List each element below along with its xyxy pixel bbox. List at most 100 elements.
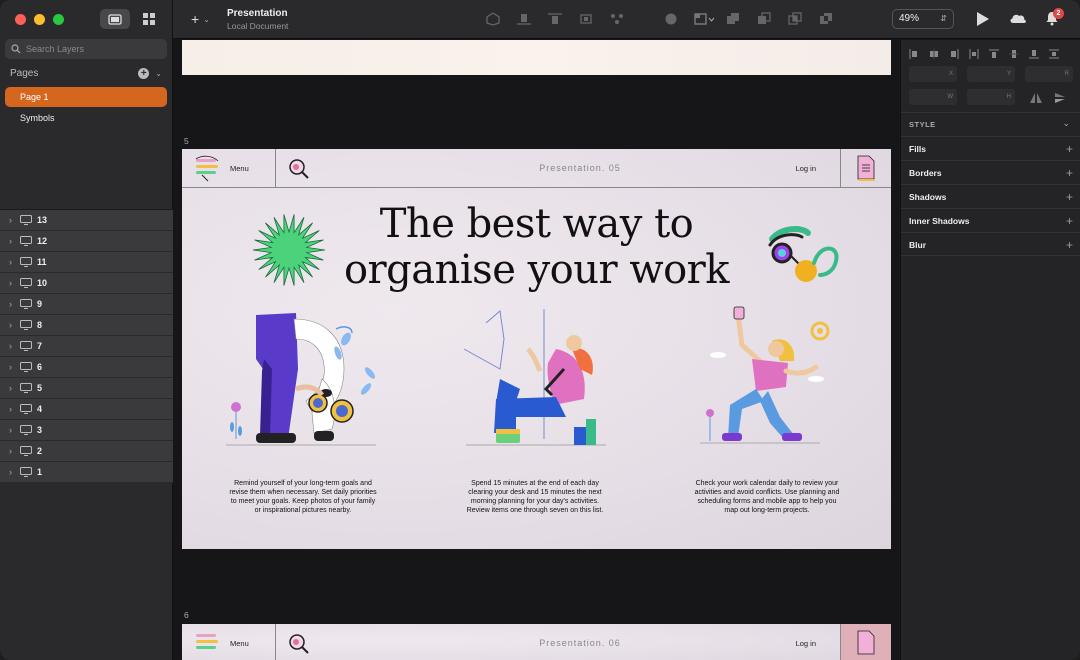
align-right-icon[interactable]	[949, 46, 959, 59]
zoom-window-button[interactable]	[53, 14, 64, 25]
borders-section[interactable]: Borders +	[901, 160, 1080, 184]
layer-row[interactable]: › 11	[0, 252, 173, 273]
layer-row[interactable]: › 8	[0, 315, 173, 336]
layer-row[interactable]: › 13	[0, 210, 173, 231]
zoom-select[interactable]: 49% ⇵	[892, 9, 954, 29]
chevron-right-icon[interactable]: ›	[9, 215, 15, 225]
artboard-icon	[20, 404, 32, 414]
chevron-right-icon[interactable]: ›	[9, 446, 15, 456]
chevron-right-icon[interactable]: ›	[9, 236, 15, 246]
chevron-right-icon[interactable]: ›	[9, 362, 15, 372]
canvas[interactable]: 5 Menu Presentation. 05 Log in The best …	[174, 40, 900, 660]
layer-row[interactable]: › 1	[0, 462, 173, 483]
chevron-right-icon[interactable]: ›	[9, 299, 15, 309]
flip-horizontal-icon[interactable]	[1029, 91, 1043, 109]
add-border-button[interactable]: +	[1066, 161, 1073, 185]
chevron-right-icon[interactable]: ›	[9, 257, 15, 267]
align-left-icon[interactable]	[909, 46, 919, 59]
chevron-down-icon[interactable]: ⌄	[155, 69, 162, 78]
layer-label: 2	[37, 446, 43, 456]
distribute-v-icon[interactable]	[1049, 46, 1059, 59]
close-window-button[interactable]	[15, 14, 26, 25]
layer-row[interactable]: › 6	[0, 357, 173, 378]
minimize-window-button[interactable]	[34, 14, 45, 25]
chevron-right-icon[interactable]: ›	[9, 467, 15, 477]
slide6-document-cell	[840, 624, 891, 660]
width-field[interactable]: W	[909, 89, 957, 105]
rotation-field[interactable]: R	[1025, 66, 1073, 82]
preview-play-button[interactable]	[977, 12, 989, 26]
y-field[interactable]: Y	[967, 66, 1015, 82]
slide6-login-label: Log in	[795, 639, 816, 648]
chevron-right-icon[interactable]: ›	[9, 404, 15, 414]
page-item-page-1[interactable]: Page 1	[5, 87, 167, 107]
shadows-section[interactable]: Shadows +	[901, 184, 1080, 208]
layer-row[interactable]: › 10	[0, 273, 173, 294]
page-item-symbols[interactable]: Symbols	[5, 108, 167, 128]
chevron-down-icon[interactable]: ⌄	[1062, 118, 1070, 129]
align-center-h-icon[interactable]	[929, 46, 939, 59]
slide-menu-cell: Menu	[182, 149, 276, 188]
distribute-icon[interactable]	[609, 12, 625, 26]
mask-icon[interactable]	[663, 12, 679, 26]
insert-button[interactable]: + ⌄	[191, 11, 210, 27]
align-top-icon[interactable]	[547, 12, 563, 26]
add-inner-shadow-button[interactable]: +	[1066, 209, 1073, 233]
blur-section[interactable]: Blur +	[901, 232, 1080, 256]
add-blur-button[interactable]: +	[1066, 233, 1073, 257]
chevron-right-icon[interactable]: ›	[9, 383, 15, 393]
height-field[interactable]: H	[967, 89, 1015, 105]
search-input[interactable]	[26, 44, 156, 54]
artboard-6[interactable]: Menu Presentation. 06 Log in	[182, 624, 891, 660]
align-middle-v-icon[interactable]	[1009, 46, 1019, 58]
add-shadow-button[interactable]: +	[1066, 185, 1073, 209]
align-top-icon[interactable]	[989, 46, 999, 58]
scale-icon[interactable]	[694, 12, 715, 26]
chevron-right-icon[interactable]: ›	[9, 278, 15, 288]
notification-badge: 2	[1053, 8, 1064, 19]
add-fill-button[interactable]: +	[1066, 137, 1073, 161]
subtract-icon[interactable]	[756, 12, 772, 26]
inner-shadows-section[interactable]: Inner Shadows +	[901, 208, 1080, 232]
layer-row[interactable]: › 12	[0, 231, 173, 252]
artboard-4-bottom[interactable]	[182, 40, 891, 75]
grid-view-button[interactable]	[134, 9, 164, 29]
x-field[interactable]: X	[909, 66, 957, 82]
frame-icon[interactable]	[578, 12, 594, 26]
slide-title-cell: Presentation. 05 Log in	[320, 149, 840, 188]
illustration-calendar	[700, 306, 830, 444]
distribute-h-icon[interactable]	[969, 46, 979, 59]
artboard-icon	[20, 278, 32, 288]
difference-icon[interactable]	[818, 12, 834, 26]
layer-row[interactable]: › 7	[0, 336, 173, 357]
intersect-icon[interactable]	[787, 12, 803, 26]
chevron-right-icon[interactable]: ›	[9, 425, 15, 435]
align-bottom-icon[interactable]	[516, 12, 532, 26]
layer-row[interactable]: › 5	[0, 378, 173, 399]
add-page-button[interactable]: +	[138, 68, 150, 79]
layer-label: 4	[37, 404, 43, 414]
layer-row[interactable]: › 3	[0, 420, 173, 441]
chevron-down-icon: ⌄	[203, 14, 210, 24]
slide-document-cell	[840, 149, 891, 188]
layer-row[interactable]: › 9	[0, 294, 173, 315]
search-layers[interactable]	[5, 39, 167, 59]
chevron-right-icon[interactable]: ›	[9, 320, 15, 330]
canvas-view-button[interactable]	[100, 9, 130, 29]
align-bottom-icon[interactable]	[1029, 46, 1039, 59]
blur-label: Blur	[909, 240, 926, 250]
inspector-panel: X Y R W H STYLE ⌄ Fills + Borders + Shad…	[900, 40, 1080, 660]
chevron-right-icon[interactable]: ›	[9, 341, 15, 351]
cloud-icon[interactable]	[1009, 12, 1027, 24]
union-icon[interactable]	[725, 12, 741, 26]
layer-row[interactable]: › 4	[0, 399, 173, 420]
borders-label: Borders	[909, 168, 942, 178]
artboard-5[interactable]: Menu Presentation. 05 Log in The best wa…	[182, 149, 891, 549]
layer-row[interactable]: › 2	[0, 441, 173, 462]
artboard-label-5[interactable]: 5	[184, 136, 189, 146]
flip-vertical-icon[interactable]	[1053, 91, 1067, 109]
artboard-label-6[interactable]: 6	[184, 610, 189, 620]
fills-section[interactable]: Fills +	[901, 136, 1080, 160]
create-symbol-icon[interactable]	[485, 12, 501, 26]
illustration-planning	[463, 309, 606, 446]
